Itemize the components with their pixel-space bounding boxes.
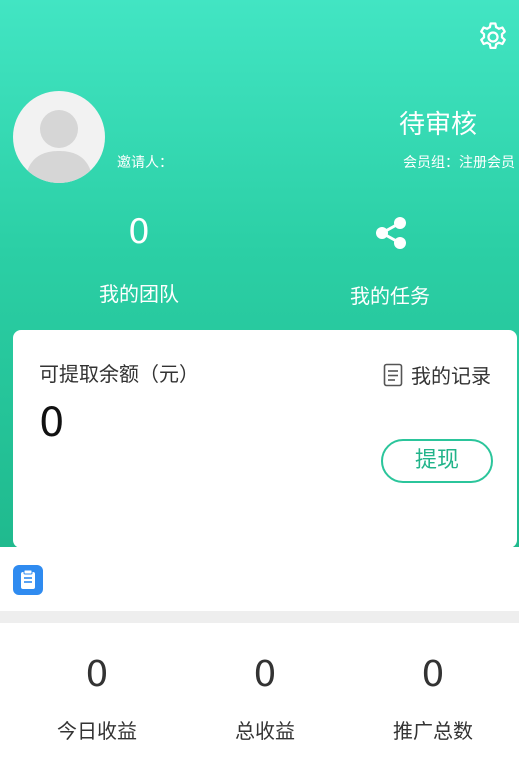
team-count: 0 (128, 212, 150, 252)
total-earnings-value: 0 (253, 654, 277, 695)
avatar[interactable] (13, 91, 105, 183)
promotion-total-value: 0 (421, 654, 445, 695)
total-earnings-label: 总收益 (235, 719, 295, 743)
my-records-link[interactable]: 我的记录 (383, 360, 491, 389)
my-team-link[interactable]: 我的团队 (59, 278, 219, 307)
my-records-label: 我的记录 (411, 364, 491, 388)
user-avatar-icon (25, 110, 93, 183)
promotion-total-label: 推广总数 (393, 719, 473, 743)
review-status: 待审核 (398, 110, 477, 140)
notice-bar[interactable] (0, 547, 519, 611)
share-icon[interactable] (372, 214, 410, 252)
clipboard-icon (13, 565, 43, 595)
member-group: 会员组：注册会员 (403, 155, 515, 171)
my-task-link[interactable]: 我的任务 (310, 280, 470, 309)
inviter-label: 邀请人： (117, 155, 173, 171)
section-divider (0, 611, 519, 623)
today-earnings-label: 今日收益 (57, 719, 137, 743)
balance-card: 可提取余额（元） 0 我的记录 提现 (13, 330, 517, 548)
withdraw-button[interactable]: 提现 (381, 439, 493, 483)
gear-icon[interactable] (476, 20, 510, 54)
balance-title: 可提取余额（元） (39, 362, 199, 386)
document-icon (383, 363, 403, 386)
balance-amount: 0 (39, 400, 65, 446)
today-earnings-value: 0 (85, 654, 109, 695)
